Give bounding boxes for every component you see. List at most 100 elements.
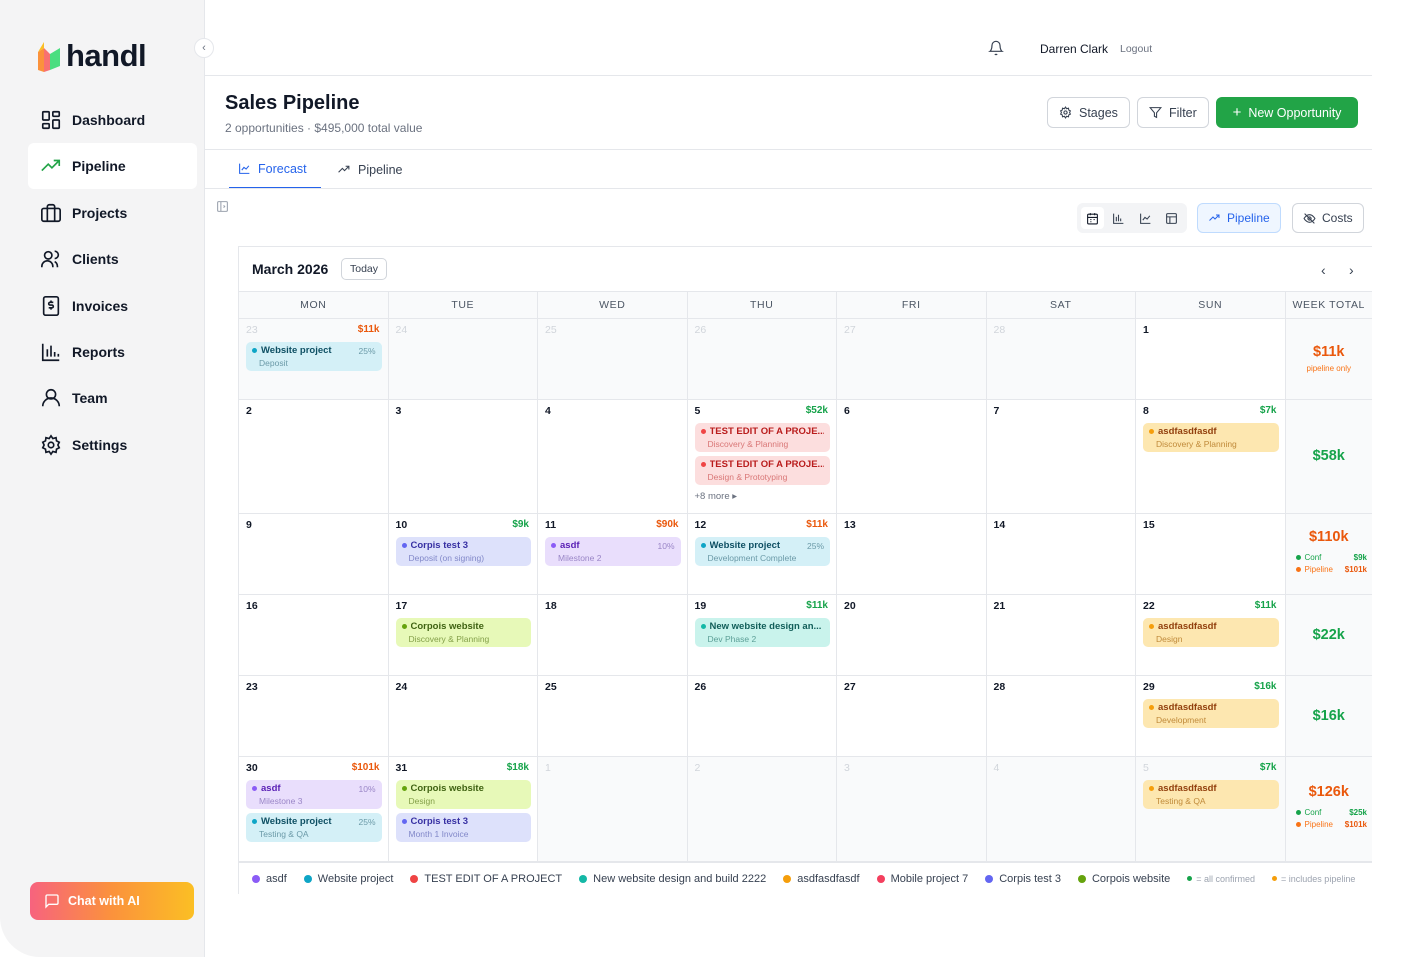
day-cell[interactable]: 24 [389,676,538,756]
day-cell[interactable]: 8 $7k asdfasdfasdf Discovery & Planning [1136,400,1286,513]
event-dot [252,819,257,824]
day-cell[interactable]: 23 $11k Website project Deposit 25% [239,319,389,399]
event-percent: 10% [358,784,376,794]
panel-toggle-icon[interactable] [216,200,229,218]
line-dot [1295,810,1301,815]
pipeline-toggle[interactable]: Pipeline [1197,203,1281,233]
day-cell[interactable]: 3 [837,757,987,861]
day-cell[interactable]: 4 [538,400,688,513]
day-cell[interactable]: 11 $90k asdf Milestone 2 10% [538,514,688,594]
day-cell[interactable]: 21 [987,595,1136,675]
day-cell[interactable]: 20 [837,595,987,675]
day-cell[interactable]: 12 $11k Website project Development Complet… [688,514,837,594]
day-cell[interactable]: 4 [986,757,1136,861]
day-cell[interactable]: 7 [987,400,1136,513]
day-cell[interactable]: 24 [388,319,538,399]
day-cell[interactable]: 28 [986,319,1136,399]
day-cell[interactable]: 17 Corpois website Discovery & Planning [389,595,538,675]
day-cell[interactable]: 1 [1136,319,1286,399]
next-month-chevron-icon[interactable]: › [1349,262,1354,278]
day-cell[interactable]: 15 [1136,514,1286,594]
filter-button[interactable]: Filter [1137,97,1209,128]
event-chip[interactable]: asdfasdfasdf Design [1143,618,1279,647]
day-cell[interactable]: 22 $11k asdfasdfasdf Design [1136,595,1286,675]
today-button[interactable]: Today [341,258,388,280]
day-number: 13 [844,519,856,531]
sidebar-item-invoices[interactable]: Invoices [28,283,197,329]
collapse-sidebar-button[interactable]: ‹ [194,38,214,58]
chat-icon [45,894,59,909]
line-chart-view-icon[interactable] [1134,207,1157,229]
tab-pipeline[interactable]: Pipeline [337,150,402,189]
day-cell[interactable]: 14 [987,514,1136,594]
event-chip[interactable]: Corpis test 3 Deposit (on signing) [395,537,531,566]
logout-link[interactable]: Logout [1120,43,1152,55]
day-cell[interactable]: 31 $18k Corpois website Design Corpis test 3… [389,757,538,861]
day-number: 3 [395,405,402,417]
calendar-view-icon[interactable] [1081,207,1105,229]
day-cell[interactable]: 25 [538,319,688,399]
event-chip[interactable]: Corpois website Discovery & Planning [395,618,531,647]
day-cell[interactable]: 30 $101k asdf Milestone 3 10% Website project… [239,757,389,861]
table-view-icon[interactable] [1160,207,1183,229]
bar-chart-view-icon[interactable] [1107,207,1130,229]
event-chip[interactable]: asdf Milestone 3 10% [246,780,382,809]
event-chip[interactable]: New website design an... Dev Phase 2 [694,618,830,647]
event-chip[interactable]: asdf Milestone 2 10% [545,537,681,566]
day-cell[interactable]: 2 [239,400,389,513]
day-cell[interactable]: 6 [837,400,987,513]
event-chip[interactable]: Corpois website Design [395,780,531,809]
stages-button[interactable]: Stages [1047,97,1130,128]
event-chip[interactable]: Website project Development Complete 25% [694,537,830,566]
day-cell[interactable]: 26 [688,676,837,756]
week-row: 16 17 Corpois website Discovery & Planning 1… [239,595,1372,676]
user-name[interactable]: Darren Clark [1040,42,1108,56]
event-chip[interactable]: asdfasdfasdf Discovery & Planning [1143,423,1279,452]
sidebar-item-reports[interactable]: Reports [28,329,197,375]
sidebar-item-clients[interactable]: Clients [28,236,197,282]
notifications-bell-icon[interactable] [988,39,1004,62]
day-cell[interactable]: 23 [239,676,389,756]
new-opportunity-button[interactable]: + New Opportunity [1216,97,1358,128]
day-cell[interactable]: 1 [538,757,688,861]
day-cell[interactable]: 27 [837,319,987,399]
week-row: 23 $11k Website project Deposit 25% 24 25 26 27 2… [239,319,1372,400]
event-chip[interactable]: Website project Testing & QA 25% [246,813,382,842]
users-icon [41,250,60,268]
costs-toggle[interactable]: Costs [1292,203,1364,233]
day-cell[interactable]: 3 [389,400,538,513]
day-cell[interactable]: 5 $7k asdfasdfasdf Testing & QA [1136,757,1286,861]
day-cell[interactable]: 9 [239,514,389,594]
day-cell[interactable]: 29 $16k asdfasdfasdf Development [1136,676,1286,756]
event-chip[interactable]: Corpis test 3 Month 1 Invoice [395,813,531,842]
sidebar-item-team[interactable]: Team [28,375,197,421]
app-logo[interactable]: handl [36,38,147,74]
event-chip[interactable]: TEST EDIT OF A PROJE... Discovery & Plann… [694,423,830,452]
briefcase-icon [41,203,61,222]
day-cell[interactable]: 10 $9k Corpis test 3 Deposit (on signing) [389,514,538,594]
prev-month-chevron-icon[interactable]: ‹ [1321,262,1326,278]
more-events-link[interactable]: +8 more ▸ [695,491,831,502]
day-cell[interactable]: 2 [687,757,837,861]
day-amount: $90k [656,519,679,530]
day-cell[interactable]: 26 [687,319,837,399]
event-chip[interactable]: Website project Deposit 25% [246,342,382,371]
day-cell[interactable]: 25 [538,676,688,756]
sidebar-item-dashboard[interactable]: Dashboard [28,97,197,143]
tab-forecast[interactable]: Forecast [229,150,321,189]
sidebar-item-projects[interactable]: Projects [28,190,197,236]
day-cell[interactable]: 19 $11k New website design an... Dev Phase … [688,595,837,675]
sidebar-item-pipeline[interactable]: Pipeline [28,143,197,190]
day-cell[interactable]: 16 [239,595,389,675]
event-chip[interactable]: asdfasdfasdf Development [1143,699,1279,728]
day-cell[interactable]: 28 [987,676,1136,756]
day-cell[interactable]: 27 [837,676,987,756]
chat-with-ai-button[interactable]: Chat with AI [30,882,194,920]
day-cell[interactable]: 5 $52k TEST EDIT OF A PROJE... Discovery & … [688,400,837,513]
legend-item: asdf [252,873,287,885]
event-chip[interactable]: asdfasdfasdf Testing & QA [1143,780,1279,809]
day-cell[interactable]: 18 [538,595,688,675]
sidebar-item-settings[interactable]: Settings [28,422,197,468]
event-chip[interactable]: TEST EDIT OF A PROJE... Design & Prototyp… [694,456,830,485]
day-cell[interactable]: 13 [837,514,987,594]
